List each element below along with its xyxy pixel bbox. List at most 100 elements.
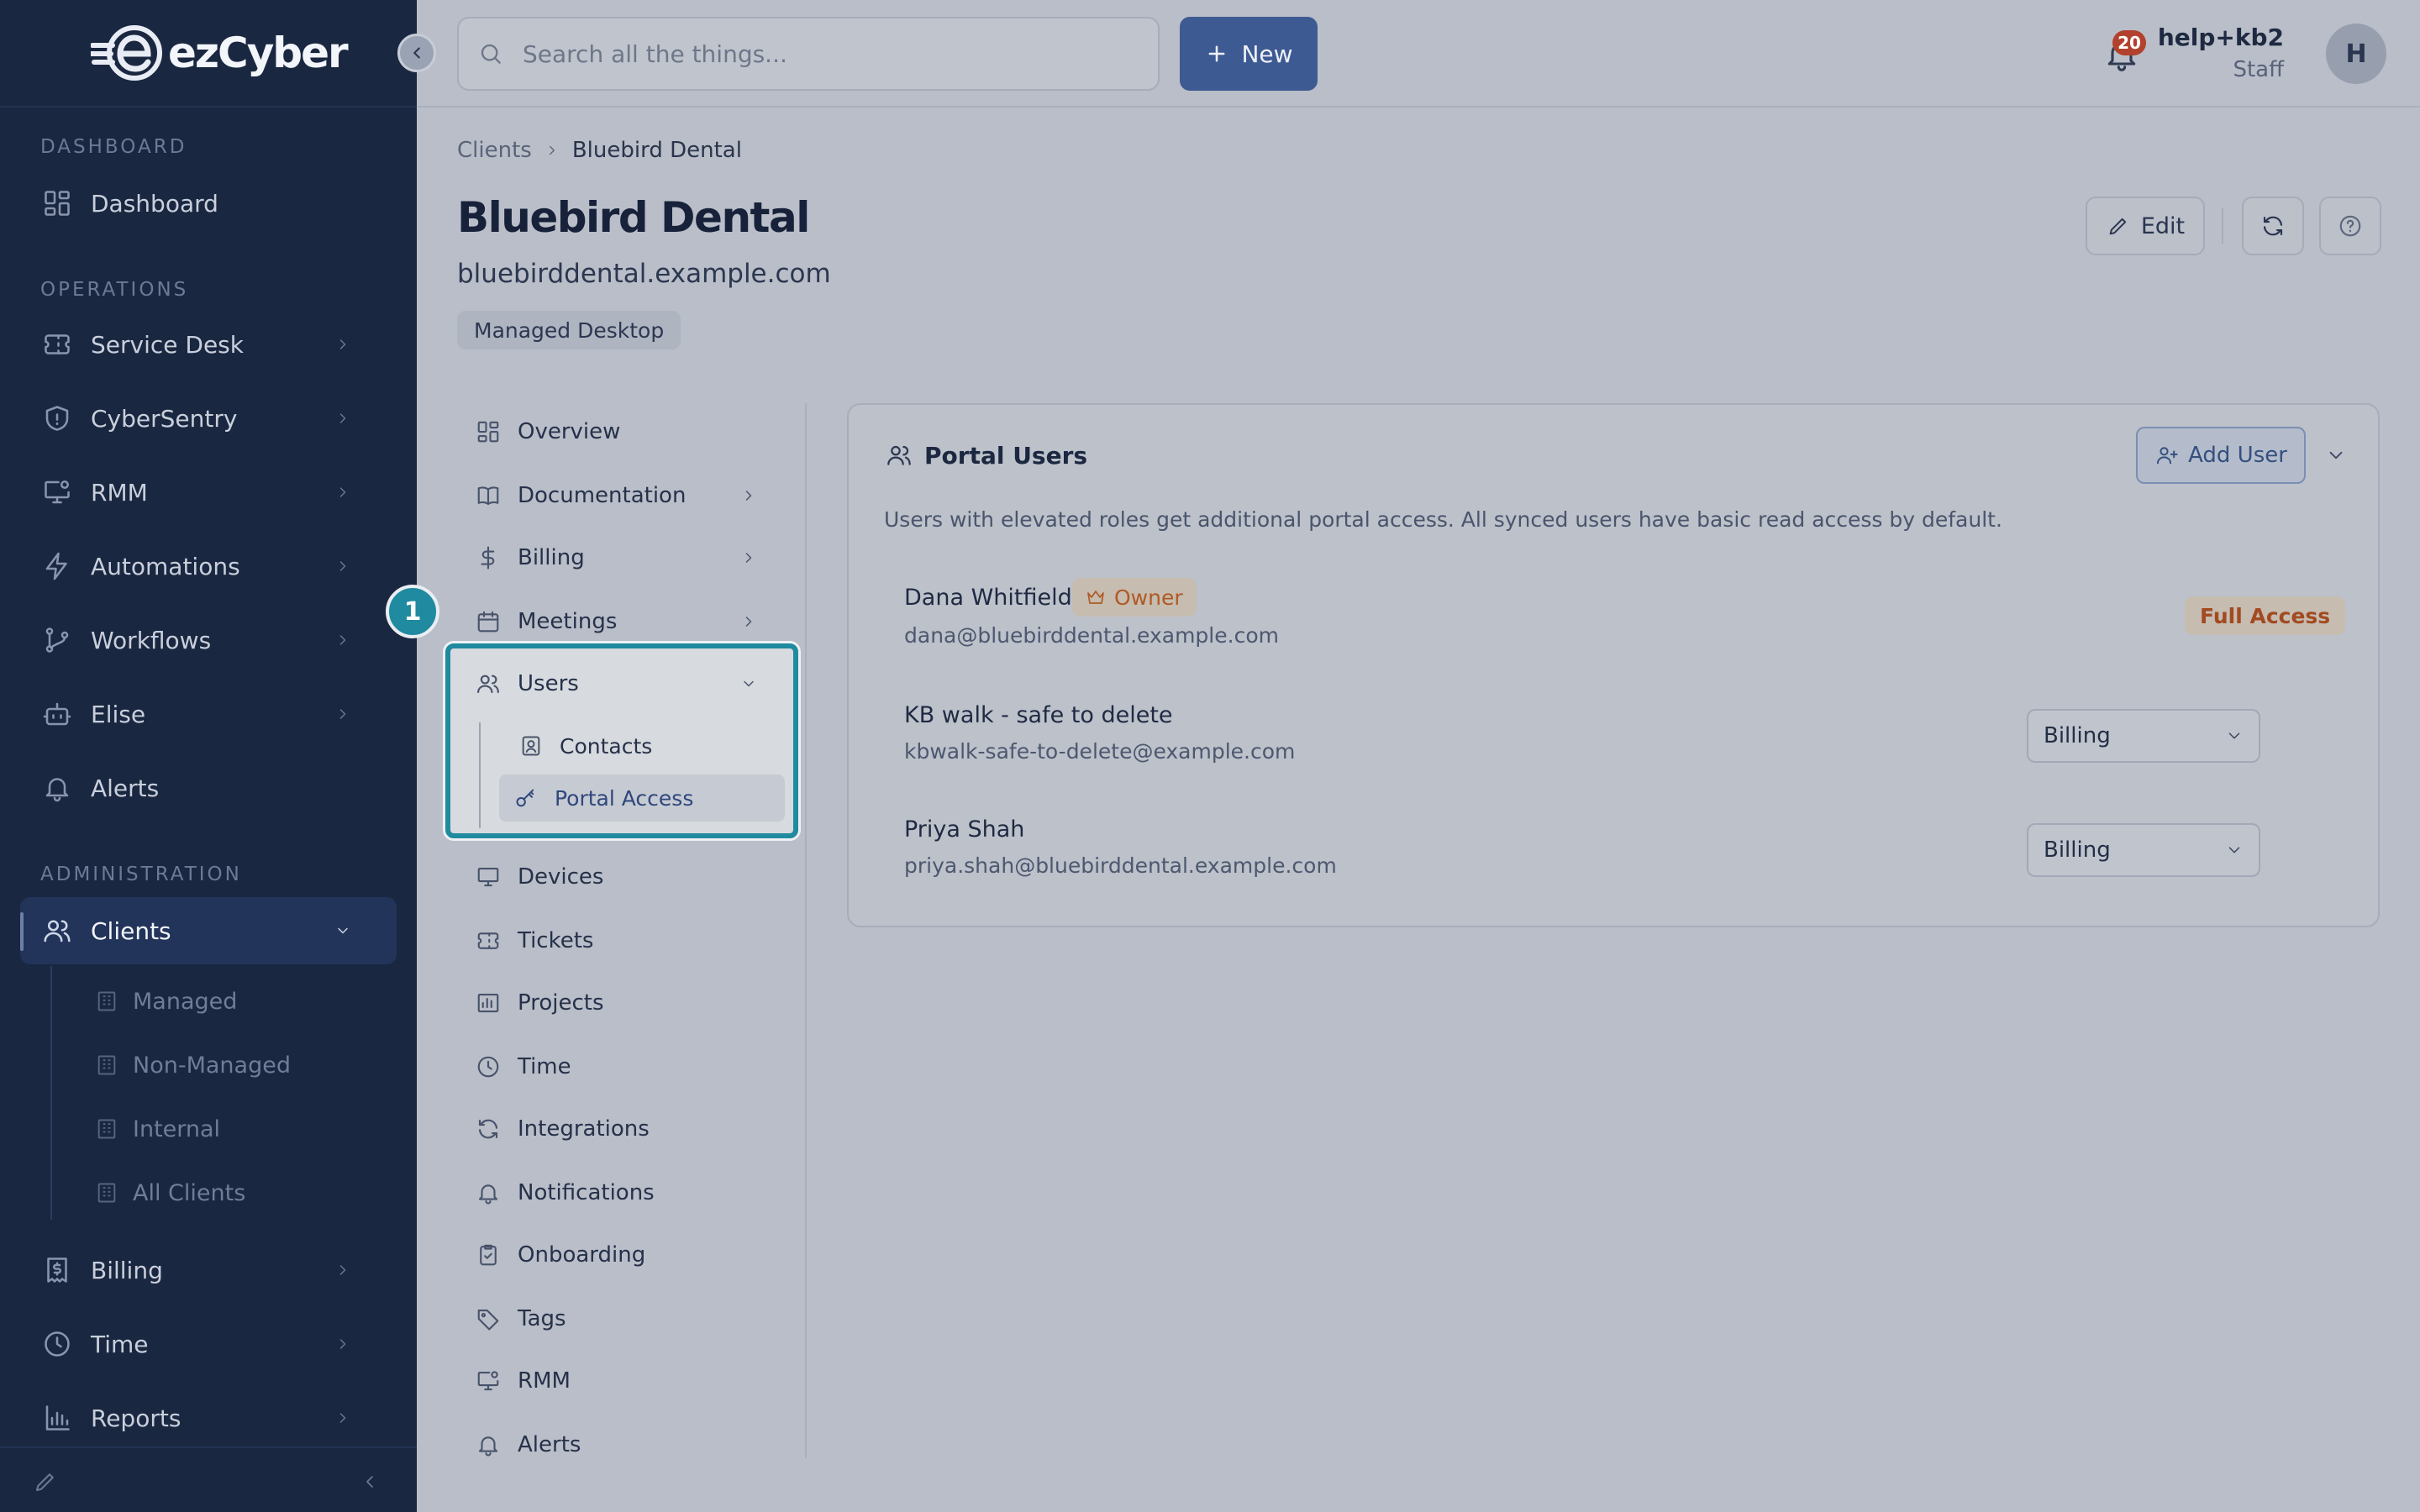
subnav-integrations[interactable]: Integrations — [474, 1104, 788, 1154]
subnav-time[interactable]: Time — [474, 1042, 788, 1092]
owner-badge: Owner — [1072, 578, 1197, 617]
add-user-button[interactable]: Add User — [2136, 427, 2306, 484]
sidebar-collapse-button[interactable] — [397, 34, 436, 72]
sidebar-item-reports[interactable]: Reports — [20, 1384, 397, 1452]
subnav-overview[interactable]: Overview — [474, 407, 788, 457]
sidebar-item-clients[interactable]: Clients — [20, 897, 397, 964]
subnav-label: Devices — [518, 864, 604, 890]
chevron-right-icon — [734, 543, 763, 572]
breadcrumb: Clients Bluebird Dental — [457, 138, 742, 163]
section-label-administration: ADMINISTRATION — [40, 864, 242, 885]
sidebar-item-service-desk[interactable]: Service Desk — [20, 311, 397, 378]
sidebar-subitem-label: All Clients — [133, 1179, 246, 1206]
bell-icon — [40, 771, 74, 805]
sidebar-subitem-all-clients[interactable]: All Clients — [94, 1169, 245, 1216]
search-icon — [477, 40, 504, 67]
help-circle-icon — [2338, 213, 2363, 239]
sidebar-subitem-managed[interactable]: Managed — [94, 978, 237, 1025]
subnav-devices[interactable]: Devices — [474, 852, 788, 902]
edit-button[interactable]: Edit — [2086, 197, 2205, 255]
refresh-icon — [474, 1115, 502, 1143]
sidebar-subitem-internal[interactable]: Internal — [94, 1105, 220, 1152]
new-button-label: New — [1241, 39, 1293, 68]
subnav-label: Meetings — [518, 609, 618, 634]
sidebar-item-label: Clients — [91, 916, 171, 945]
chevron-left-icon[interactable] — [358, 1470, 381, 1494]
current-user-name[interactable]: help+kb2 — [2158, 24, 2284, 51]
subnav-label: Tickets — [518, 928, 594, 953]
role-select[interactable]: Billing — [2027, 823, 2260, 877]
breadcrumb-clients-link[interactable]: Clients — [457, 138, 532, 163]
building-icon — [94, 1053, 119, 1078]
sidebar-item-billing[interactable]: Billing — [20, 1236, 397, 1304]
subnav-alerts[interactable]: Alerts — [474, 1420, 788, 1470]
user-name: Dana Whitfield — [904, 585, 1072, 611]
subnav-label: Time — [518, 1054, 571, 1079]
chevron-down-icon — [326, 914, 360, 948]
chevron-right-icon — [734, 481, 763, 510]
sidebar-item-dashboard[interactable]: Dashboard — [20, 170, 397, 237]
search-box[interactable] — [457, 17, 1160, 91]
subnav-onboarding[interactable]: Onboarding — [474, 1230, 788, 1280]
help-button[interactable] — [2319, 197, 2381, 255]
card-description: Users with elevated roles get additional… — [884, 507, 2002, 532]
sidebar-item-label: Automations — [91, 552, 240, 580]
building-icon — [94, 1116, 119, 1142]
breadcrumb-current: Bluebird Dental — [571, 138, 742, 163]
user-email: priya.shah@bluebirddental.example.com — [904, 853, 1337, 878]
refresh-icon — [2260, 213, 2286, 239]
avatar[interactable]: H — [2326, 24, 2386, 84]
subnav-notifications[interactable]: Notifications — [474, 1168, 788, 1218]
subnav-label: Projects — [518, 990, 604, 1016]
subnav-contacts[interactable]: Contacts — [518, 722, 785, 769]
subnav-rmm[interactable]: RMM — [474, 1356, 788, 1406]
subnav-users[interactable]: Users — [474, 659, 788, 709]
active-indicator — [20, 912, 24, 951]
user-name: Priya Shah — [904, 816, 1025, 843]
building-icon — [94, 1180, 119, 1205]
chevron-right-icon — [326, 623, 360, 657]
subnav-projects[interactable]: Projects — [474, 978, 788, 1028]
sidebar-item-cybersentry[interactable]: CyberSentry — [20, 385, 397, 452]
subnav-portal-access[interactable]: Portal Access — [499, 774, 785, 822]
chevron-left-icon — [408, 44, 426, 62]
subnav-label: Tags — [518, 1306, 566, 1331]
pencil-icon[interactable] — [32, 1468, 59, 1495]
plus-icon — [1204, 41, 1229, 66]
pencil-icon — [2106, 213, 2131, 239]
monitor-gear-icon — [40, 475, 74, 509]
role-select[interactable]: Billing — [2027, 709, 2260, 763]
ticket-icon — [40, 328, 74, 361]
refresh-button[interactable] — [2242, 197, 2304, 255]
sidebar-item-alerts[interactable]: Alerts — [20, 754, 397, 822]
sidebar-item-workflows[interactable]: Workflows — [20, 606, 397, 674]
sidebar-subitem-non-managed[interactable]: Non-Managed — [94, 1042, 291, 1089]
new-button[interactable]: New — [1180, 17, 1318, 91]
sidebar-item-label: Alerts — [91, 774, 160, 802]
sidebar-item-time[interactable]: Time — [20, 1310, 397, 1378]
subnav-label: Portal Access — [555, 785, 694, 811]
subnav-label: Billing — [518, 545, 585, 570]
sidebar-item-label: CyberSentry — [91, 404, 238, 433]
chevron-down-icon — [734, 669, 763, 698]
user-email: kbwalk-safe-to-delete@example.com — [904, 739, 1296, 764]
subnav-tickets[interactable]: Tickets — [474, 916, 788, 966]
chevron-down-icon[interactable] — [2323, 442, 2349, 469]
brand-logo[interactable]: ezCyber — [91, 24, 349, 82]
subnav-label: Users — [518, 671, 579, 696]
search-input[interactable] — [523, 39, 1128, 68]
chevron-right-icon — [544, 142, 560, 159]
subnav-documentation[interactable]: Documentation — [474, 470, 788, 521]
chevron-down-icon — [2225, 841, 2244, 859]
user-email: dana@bluebirddental.example.com — [904, 623, 1279, 648]
subnav-billing[interactable]: Billing — [474, 533, 788, 583]
chevron-right-icon — [326, 697, 360, 731]
subnav-meetings[interactable]: Meetings — [474, 596, 788, 647]
subnav-tags[interactable]: Tags — [474, 1294, 788, 1344]
subnav-label: Contacts — [560, 733, 653, 759]
chevron-right-icon — [326, 1327, 360, 1361]
add-user-label: Add User — [2188, 443, 2287, 468]
sidebar-item-elise[interactable]: Elise — [20, 680, 397, 748]
sidebar-item-automations[interactable]: Automations — [20, 533, 397, 600]
sidebar-item-rmm[interactable]: RMM — [20, 459, 397, 526]
